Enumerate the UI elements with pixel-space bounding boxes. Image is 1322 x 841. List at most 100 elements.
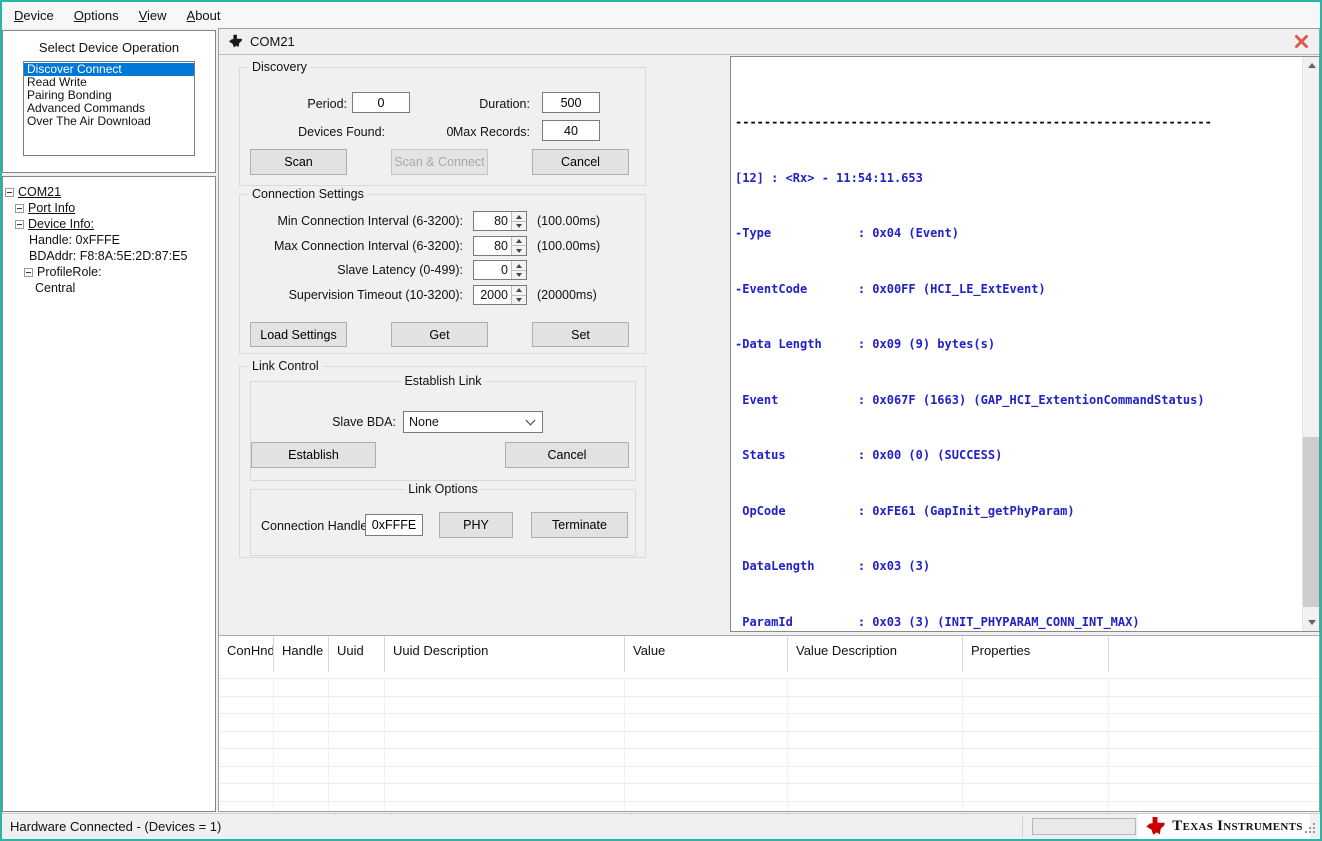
stepper-down-button[interactable] xyxy=(512,296,526,305)
stepper-up-button[interactable] xyxy=(512,261,526,271)
menu-item-label: iew xyxy=(147,8,167,23)
tree-node-label[interactable]: Port Info xyxy=(28,201,75,215)
numeric-stepper[interactable]: 80 xyxy=(473,236,527,256)
column-header[interactable]: ConHnd xyxy=(219,636,274,672)
tree-node[interactable]: Port Info xyxy=(3,200,215,216)
scrollbar-thumb[interactable] xyxy=(1303,437,1320,607)
column-header[interactable]: Value Description xyxy=(788,636,963,672)
scan-button[interactable]: Scan xyxy=(250,149,347,175)
establish-cancel-button[interactable]: Cancel xyxy=(505,442,629,468)
table-row xyxy=(219,714,1319,732)
column-header[interactable] xyxy=(1109,636,1319,672)
window-title: COM21 xyxy=(250,34,295,49)
log-scrollbar[interactable] xyxy=(1302,57,1319,631)
connection-setting-row: Supervision Timeout (10-3200): 2000 (200… xyxy=(243,283,639,308)
tree-node-label[interactable]: BDAddr: F8:8A:5E:2D:87:E5 xyxy=(29,249,187,263)
menu-item[interactable]: About xyxy=(177,4,231,27)
discovery-cancel-button[interactable]: Cancel xyxy=(532,149,629,175)
numeric-stepper[interactable]: 2000 xyxy=(473,285,527,305)
menu-item[interactable]: Device xyxy=(4,4,64,27)
listbox-item[interactable]: Over The Air Download xyxy=(24,115,194,128)
tree-node[interactable]: Handle: 0xFFFE xyxy=(3,232,215,248)
stepper-value[interactable]: 0 xyxy=(474,261,511,279)
table-row xyxy=(219,784,1319,802)
log-line: -EventCode : 0x00FF (HCI_LE_ExtEvent) xyxy=(735,283,1212,297)
menu-item[interactable]: Options xyxy=(64,4,129,27)
log-output[interactable]: ----------------------------------------… xyxy=(730,56,1320,632)
resize-grip-icon[interactable] xyxy=(1305,823,1317,835)
get-button[interactable]: Get xyxy=(391,322,488,347)
stepper-up-button[interactable] xyxy=(512,237,526,247)
menu-item-hotkey: A xyxy=(187,8,196,23)
stepper-value[interactable]: 2000 xyxy=(474,286,511,304)
max-records-input[interactable] xyxy=(542,120,600,141)
tree-node-label[interactable]: Device Info: xyxy=(28,217,94,231)
triangle-up-icon xyxy=(516,264,522,268)
stepper-value[interactable]: 80 xyxy=(474,237,511,255)
column-header[interactable]: Uuid xyxy=(329,636,385,672)
tree-node-label[interactable]: COM21 xyxy=(18,185,61,199)
menu-bar: Device Options View About xyxy=(2,2,1320,28)
setting-label: Min Connection Interval (6-3200): xyxy=(243,214,463,228)
period-input[interactable] xyxy=(352,92,410,113)
table-row xyxy=(219,767,1319,785)
menu-item-hotkey: O xyxy=(74,8,84,23)
arrow-down-icon xyxy=(1308,620,1316,625)
stepper-buttons xyxy=(511,261,526,279)
load-settings-button[interactable]: Load Settings xyxy=(250,322,347,347)
set-button[interactable]: Set xyxy=(532,322,629,347)
menu-item-hotkey: D xyxy=(14,8,23,23)
chevron-down-icon xyxy=(526,416,536,426)
tree-node[interactable]: COM21 xyxy=(3,184,215,200)
log-line: Status : 0x00 (0) (SUCCESS) xyxy=(735,449,1212,463)
numeric-stepper[interactable]: 0 xyxy=(473,260,527,280)
setting-unit-label: (20000ms) xyxy=(537,288,597,302)
close-button[interactable] xyxy=(1292,33,1310,51)
tree-node[interactable]: Central xyxy=(3,280,215,296)
scan-and-connect-button[interactable]: Scan & Connect xyxy=(391,149,488,175)
duration-input[interactable] xyxy=(542,92,600,113)
stepper-down-button[interactable] xyxy=(512,246,526,255)
status-separator xyxy=(1022,817,1023,837)
tree-node-label[interactable]: Handle: 0xFFFE xyxy=(29,233,120,247)
period-label: Period: xyxy=(260,97,347,111)
menu-item[interactable]: View xyxy=(129,4,177,27)
stepper-value[interactable]: 80 xyxy=(474,212,511,230)
tree-node[interactable]: BDAddr: F8:8A:5E:2D:87:E5 xyxy=(3,248,215,264)
triangle-up-icon xyxy=(516,215,522,219)
column-header[interactable]: Uuid Description xyxy=(385,636,625,672)
tree-expander-icon[interactable] xyxy=(15,220,24,229)
stepper-up-button[interactable] xyxy=(512,212,526,222)
tree-node-label[interactable]: ProfileRole: xyxy=(37,265,102,279)
devices-found-label: Devices Found: xyxy=(260,125,385,139)
scroll-down-button[interactable] xyxy=(1303,614,1320,631)
tree-expander-icon[interactable] xyxy=(15,204,24,213)
tree-node[interactable]: Device Info: xyxy=(3,216,215,232)
tree-node[interactable]: ProfileRole: xyxy=(3,264,215,280)
tree-expander-icon[interactable] xyxy=(24,268,33,277)
numeric-stepper[interactable]: 80 xyxy=(473,211,527,231)
column-header[interactable]: Value xyxy=(625,636,788,672)
stepper-up-button[interactable] xyxy=(512,286,526,296)
log-line: OpCode : 0xFE61 (GapInit_getPhyParam) xyxy=(735,505,1212,519)
connection-settings-rows: Min Connection Interval (6-3200): 80 (10… xyxy=(243,209,639,307)
establish-button[interactable]: Establish xyxy=(251,442,376,468)
slave-bda-dropdown[interactable]: None xyxy=(403,411,543,433)
tree-node-label[interactable]: Central xyxy=(35,281,75,295)
close-icon xyxy=(1294,34,1309,49)
column-header[interactable]: Properties xyxy=(963,636,1109,672)
device-operation-listbox[interactable]: Discover Connect Read Write Pairing Bond… xyxy=(23,61,195,156)
stepper-down-button[interactable] xyxy=(512,222,526,231)
scroll-up-button[interactable] xyxy=(1303,57,1320,74)
column-header[interactable]: Handle xyxy=(274,636,329,672)
terminate-button[interactable]: Terminate xyxy=(531,512,628,538)
connection-handle-input[interactable] xyxy=(365,514,423,536)
phy-button[interactable]: PHY xyxy=(439,512,513,538)
results-table-header: ConHnd Handle Uuid Uuid Description Valu… xyxy=(219,636,1319,679)
stepper-down-button[interactable] xyxy=(512,271,526,280)
log-line: [12] : <Rx> - 11:54:11.653 xyxy=(735,172,1212,186)
status-bar: Hardware Connected - (Devices = 1) Texas… xyxy=(2,813,1320,839)
establish-link-group-title: Establish Link xyxy=(400,374,485,388)
tree-expander-icon[interactable] xyxy=(5,188,14,197)
slave-bda-label: Slave BDA: xyxy=(271,415,396,429)
